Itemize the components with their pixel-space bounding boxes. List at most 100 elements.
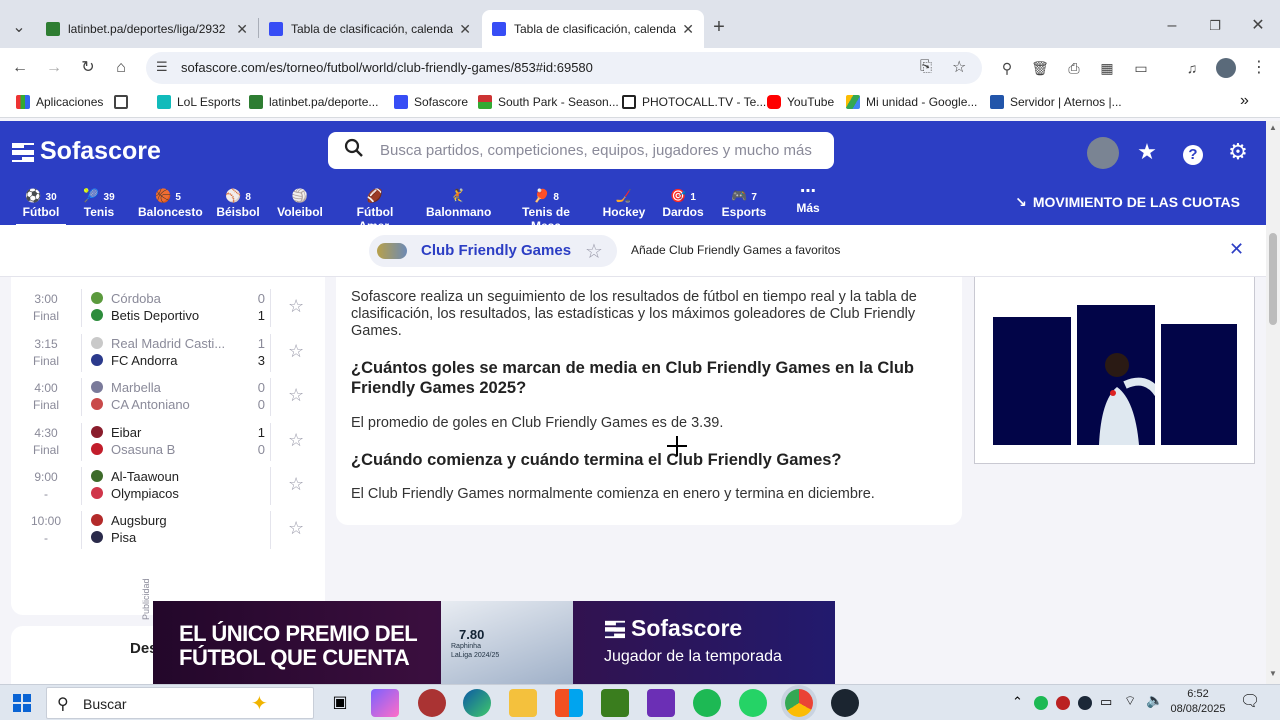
microsoft-store-icon[interactable] bbox=[555, 689, 583, 717]
user-avatar[interactable] bbox=[1087, 137, 1119, 169]
sport-tab-balonmano[interactable]: 🤾 Balonmano bbox=[426, 187, 491, 219]
minecraft-icon[interactable] bbox=[601, 689, 629, 717]
sofascore-logo[interactable]: Sofascore bbox=[12, 137, 161, 166]
media-control-icon[interactable]: ♫ bbox=[1180, 56, 1204, 80]
close-prompt-icon[interactable]: ✕ bbox=[1229, 239, 1244, 260]
favorite-match-star-icon[interactable]: ☆ bbox=[288, 385, 304, 406]
edge-browser-icon[interactable] bbox=[463, 689, 491, 717]
sport-tab-voleibol[interactable]: 🏐 Voleibol bbox=[276, 187, 324, 219]
bookmark-latinbet[interactable]: latinbet.pa/deporte... bbox=[249, 95, 378, 109]
copilot-icon[interactable] bbox=[371, 689, 399, 717]
install-app-icon[interactable]: ⎘ bbox=[920, 58, 932, 75]
match-row[interactable]: 4:30 Final Eibar Osasuna B 1 0 ☆ bbox=[11, 423, 325, 468]
sport-tab-baloncesto[interactable]: 🏀 5 Baloncesto bbox=[138, 187, 203, 219]
bookmark-apps[interactable]: Aplicaciones bbox=[16, 95, 103, 109]
bookmark-aternos[interactable]: Servidor | Aternos |... bbox=[990, 95, 1122, 109]
scroll-up-arrow-icon[interactable]: ▲ bbox=[1269, 123, 1277, 132]
match-row[interactable]: 3:15 Final Real Madrid Casti... FC Andor… bbox=[11, 334, 325, 379]
more-bookmarks-chevron-icon[interactable]: » bbox=[1240, 92, 1249, 110]
system-clock[interactable]: 6:52 08/08/2025 bbox=[1170, 687, 1226, 717]
favorite-match-star-icon[interactable]: ☆ bbox=[288, 474, 304, 495]
favorite-match-star-icon[interactable]: ☆ bbox=[288, 296, 304, 317]
scrollbar-thumb[interactable] bbox=[1269, 233, 1277, 325]
whatsapp-icon[interactable] bbox=[739, 689, 767, 717]
browser-tab-2[interactable]: Tabla de clasificación, calendari ✕ bbox=[259, 10, 481, 48]
favorite-match-star-icon[interactable]: ☆ bbox=[288, 341, 304, 362]
profile-avatar[interactable] bbox=[1214, 56, 1238, 80]
taskbar-search-box[interactable]: ⚲ Buscar ✦ bbox=[46, 687, 314, 719]
lol-client-icon[interactable] bbox=[831, 689, 859, 717]
spotify-icon[interactable] bbox=[693, 689, 721, 717]
bookmark-lol-esports[interactable]: LoL Esports bbox=[157, 95, 241, 109]
search-input[interactable]: Busca partidos, competiciones, equipos, … bbox=[328, 132, 834, 169]
volume-icon[interactable]: 🔈 bbox=[1146, 692, 1163, 709]
sport-tab-futbol[interactable]: ⚽ 30 Fútbol bbox=[16, 187, 66, 227]
match-row[interactable]: 10:00 - Augsburg Pisa ☆ bbox=[11, 511, 325, 556]
sport-tab-tenis[interactable]: 🎾 39 Tenis bbox=[78, 187, 120, 219]
site-info-icon[interactable]: ☰ bbox=[156, 59, 168, 75]
chrome-icon[interactable] bbox=[785, 689, 813, 717]
close-tab-icon[interactable]: ✕ bbox=[459, 21, 471, 38]
bookmark-sofascore[interactable]: Sofascore bbox=[394, 95, 468, 109]
wifi-icon[interactable]: ⌔ bbox=[1124, 693, 1136, 709]
side-advertisement[interactable] bbox=[974, 277, 1255, 464]
back-arrow-icon[interactable]: ← bbox=[8, 56, 32, 80]
bookmark-grid[interactable] bbox=[114, 95, 134, 109]
bookmark-photocall[interactable]: PHOTOCALL.TV - Te... bbox=[622, 95, 766, 109]
bookmark-youtube[interactable]: YouTube bbox=[767, 95, 834, 109]
chrome-menu-icon[interactable]: ⋮ bbox=[1247, 56, 1271, 80]
close-tab-icon[interactable]: ✕ bbox=[682, 21, 694, 38]
tab-search-chevron-icon[interactable]: ⌄ bbox=[7, 16, 31, 40]
match-row[interactable]: 3:00 Final Córdoba Betis Deportivo 0 1 ☆ bbox=[11, 289, 325, 334]
banner-advertisement[interactable]: EL ÚNICO PREMIO DEL FÚTBOL QUE CUENTA 7.… bbox=[153, 601, 835, 684]
file-explorer-icon[interactable] bbox=[509, 689, 537, 717]
tray-app-icon[interactable] bbox=[1056, 696, 1070, 710]
sport-tab-mas[interactable]: ⋯ Más bbox=[790, 183, 826, 215]
settings-gear-icon[interactable]: ⚙ bbox=[1223, 137, 1253, 167]
grid-extension-icon[interactable]: ▦ bbox=[1095, 56, 1119, 80]
bookmark-south-park[interactable]: South Park - Season... bbox=[478, 95, 619, 109]
odds-movement-link[interactable]: ↘ MOVIMIENTO DE LAS CUOTAS bbox=[1015, 194, 1240, 211]
show-hidden-icons-chevron-icon[interactable]: ⌃ bbox=[1012, 694, 1023, 710]
notifications-icon[interactable]: 🗨 bbox=[1240, 691, 1260, 711]
reading-mode-icon[interactable]: ▭ bbox=[1129, 56, 1153, 80]
sport-tab-hockey[interactable]: 🏒 Hockey bbox=[602, 187, 646, 219]
new-tab-plus-icon[interactable]: + bbox=[707, 15, 731, 39]
game-app-icon[interactable] bbox=[418, 689, 446, 717]
extension-icon[interactable]: ⚲ bbox=[995, 56, 1019, 80]
trash-icon[interactable]: 🗑 bbox=[1028, 56, 1052, 80]
sport-tab-dardos[interactable]: 🎯 1 Dardos bbox=[662, 187, 704, 219]
help-icon[interactable]: ? bbox=[1178, 137, 1208, 167]
url-text[interactable]: sofascore.com/es/torneo/futbol/world/clu… bbox=[181, 60, 593, 75]
reload-icon[interactable]: ↻ bbox=[76, 56, 100, 80]
page-scrollbar[interactable]: ▲ ▼ bbox=[1266, 121, 1280, 684]
sport-tab-beisbol[interactable]: ⚾ 8 Béisbol bbox=[216, 187, 260, 219]
match-row[interactable]: 4:00 Final Marbella CA Antoniano 0 0 ☆ bbox=[11, 378, 325, 423]
close-window-icon[interactable]: ✕ bbox=[1246, 14, 1270, 38]
browser-tab-3-active[interactable]: Tabla de clasificación, calendari ✕ bbox=[482, 10, 704, 48]
sport-tab-esports[interactable]: 🎮 7 Esports bbox=[720, 187, 768, 219]
minimize-icon[interactable]: – bbox=[1160, 14, 1184, 38]
bookmark-google-drive[interactable]: Mi unidad - Google... bbox=[846, 95, 977, 109]
favorite-match-star-icon[interactable]: ☆ bbox=[288, 518, 304, 539]
media-app-icon[interactable] bbox=[647, 689, 675, 717]
favorite-match-star-icon[interactable]: ☆ bbox=[288, 430, 304, 451]
match-row[interactable]: 9:00 - Al-Taawoun Olympiacos ☆ bbox=[11, 467, 325, 512]
tray-steam-icon[interactable] bbox=[1078, 696, 1092, 710]
favorites-star-icon[interactable]: ★ bbox=[1132, 137, 1162, 167]
close-tab-icon[interactable]: ✕ bbox=[236, 21, 248, 38]
browser-tab-1[interactable]: latinbet.pa/deportes/liga/2932 ✕ bbox=[36, 10, 258, 48]
restore-icon[interactable]: ❐ bbox=[1203, 14, 1227, 38]
windows-start-icon[interactable] bbox=[13, 694, 31, 712]
address-bar[interactable]: ☰ sofascore.com/es/torneo/futbol/world/c… bbox=[146, 52, 982, 84]
print-icon[interactable]: ⎙ bbox=[1062, 56, 1086, 80]
scroll-down-arrow-icon[interactable]: ▼ bbox=[1269, 669, 1277, 678]
tray-spotify-icon[interactable] bbox=[1034, 696, 1048, 710]
forward-arrow-icon[interactable]: → bbox=[42, 56, 66, 80]
home-icon[interactable]: ⌂ bbox=[109, 56, 133, 80]
tournament-chip[interactable]: Club Friendly Games ☆ bbox=[369, 235, 617, 267]
bookmark-star-icon[interactable]: ☆ bbox=[952, 57, 966, 77]
battery-icon[interactable]: ▭ bbox=[1100, 694, 1112, 710]
favorite-star-outline-icon[interactable]: ☆ bbox=[585, 239, 603, 264]
task-view-icon[interactable]: ▣ bbox=[326, 689, 354, 717]
